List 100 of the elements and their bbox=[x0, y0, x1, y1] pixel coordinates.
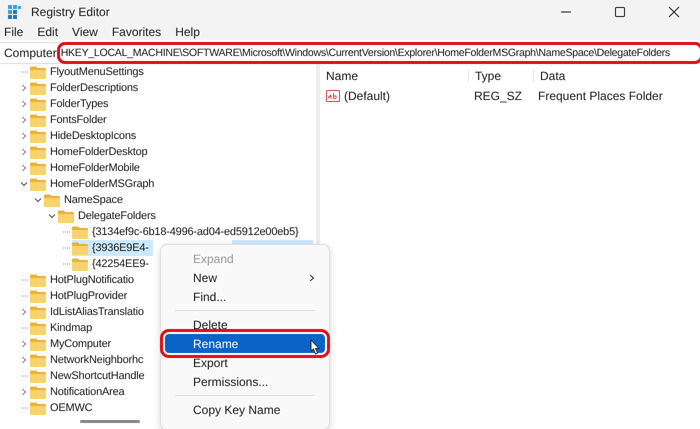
tree-item[interactable]: HomeFolderMobile bbox=[30, 160, 144, 176]
column-header[interactable]: Type bbox=[469, 69, 534, 83]
address-label: Computer bbox=[3, 46, 57, 60]
chevron-down-icon[interactable] bbox=[48, 212, 56, 220]
tree-item[interactable]: Kindmap bbox=[30, 320, 96, 336]
folder-icon bbox=[30, 162, 46, 174]
tree-item-label: HideDesktopIcons bbox=[50, 130, 136, 142]
folder-icon bbox=[72, 242, 88, 254]
chevron-right-icon[interactable] bbox=[20, 84, 28, 92]
chevron-right-icon[interactable] bbox=[20, 148, 28, 156]
address-bar[interactable]: Computer HKEY_LOCAL_MACHINE\SOFTWARE\Microsoft\Windows\CurrentVersion\Explorer\HomeFolderMSGraph\NameSpace\DelegateFolders bbox=[0, 42, 700, 64]
chevron-down-icon[interactable] bbox=[34, 196, 42, 204]
folder-icon bbox=[58, 210, 74, 222]
folder-icon bbox=[72, 226, 88, 238]
tree-item[interactable]: HideDesktopIcons bbox=[30, 128, 140, 144]
value-name: (Default) bbox=[344, 89, 390, 103]
tree-item-label: HomeFolderDesktop bbox=[50, 146, 148, 158]
tree-item[interactable]: NameSpace bbox=[44, 192, 127, 208]
folder-icon bbox=[30, 322, 46, 334]
menu-item[interactable]: File bbox=[4, 25, 24, 39]
tree-item[interactable]: {3134ef9c-6b18-4996-ad04-ed5912e00eb5} bbox=[72, 224, 302, 240]
tree-item-label: {3134ef9c-6b18-4996-ad04-ed5912e00eb5} bbox=[92, 226, 298, 238]
chevron-down-icon[interactable] bbox=[20, 180, 28, 188]
folder-icon bbox=[72, 258, 88, 270]
folder-icon bbox=[30, 354, 46, 366]
folder-icon bbox=[30, 130, 46, 142]
folder-icon bbox=[30, 338, 46, 350]
folder-icon bbox=[44, 194, 60, 206]
column-header[interactable]: Data bbox=[534, 69, 700, 83]
menu-item[interactable]: View bbox=[72, 25, 98, 39]
window-title: Registry Editor bbox=[31, 5, 110, 19]
menu-item[interactable]: Help bbox=[175, 25, 200, 39]
folder-icon bbox=[30, 66, 46, 78]
folder-icon bbox=[30, 290, 46, 302]
tree-item-label: NewShortcutHandle bbox=[50, 370, 144, 382]
tree-item-label: {42254EE9- bbox=[92, 258, 149, 270]
tree-item-label: NetworkNeighborhc bbox=[50, 354, 144, 366]
column-header[interactable]: Name bbox=[320, 69, 469, 83]
address-path: HKEY_LOCAL_MACHINE\SOFTWARE\Microsoft\Windows\CurrentVersion\Explorer\HomeFolderMSGraph\NameSpace\DelegateFolders bbox=[60, 45, 700, 61]
chevron-right-icon[interactable] bbox=[20, 356, 28, 364]
tree-item[interactable]: {3936E9E4- bbox=[72, 240, 153, 256]
menu-item[interactable]: Find... bbox=[165, 287, 325, 306]
folder-icon bbox=[30, 82, 46, 94]
tree-item[interactable]: NewShortcutHandle bbox=[30, 368, 148, 384]
tree-item[interactable]: HomeFolderDesktop bbox=[30, 144, 152, 160]
folder-icon bbox=[30, 370, 46, 382]
chevron-right-icon[interactable] bbox=[20, 164, 28, 172]
folder-icon bbox=[30, 274, 46, 286]
tree-item[interactable]: IdListAliasTranslatio bbox=[30, 304, 148, 320]
tree-item-label: IdListAliasTranslatio bbox=[50, 306, 144, 318]
folder-icon bbox=[30, 98, 46, 110]
tree-item[interactable]: NotificationArea bbox=[30, 384, 128, 400]
tree-item-label: {3936E9E4- bbox=[92, 242, 149, 254]
tree-item[interactable]: NetworkNeighborhc bbox=[30, 352, 148, 368]
tree-item-label: FlyoutMenuSettings bbox=[50, 66, 144, 78]
tree-item[interactable]: {42254EE9- bbox=[72, 256, 153, 272]
tree-item-label: NotificationArea bbox=[50, 386, 124, 398]
chevron-right-icon[interactable] bbox=[20, 308, 28, 316]
tree-item[interactable]: FlyoutMenuSettings bbox=[30, 64, 148, 80]
close-icon[interactable] bbox=[668, 6, 680, 18]
tree-item-label: OEMWC bbox=[50, 402, 92, 414]
tree-item[interactable]: HotPlugNotificatio bbox=[30, 272, 138, 288]
tree-item-label: HotPlugProvider bbox=[50, 290, 128, 302]
tree-item[interactable]: HotPlugProvider bbox=[30, 288, 132, 304]
folder-icon bbox=[30, 402, 46, 414]
tree-item[interactable]: FontsFolder bbox=[30, 112, 110, 128]
chevron-right-icon[interactable] bbox=[20, 340, 28, 348]
value-type: REG_SZ bbox=[473, 89, 524, 103]
folder-icon bbox=[30, 114, 46, 126]
tree-item-label: NameSpace bbox=[64, 194, 123, 206]
registry-icon bbox=[8, 5, 22, 19]
menu-item[interactable]: Permissions... bbox=[165, 372, 325, 391]
chevron-right-icon[interactable] bbox=[20, 100, 28, 108]
scrollbar-thumb[interactable] bbox=[80, 420, 140, 423]
menu-item[interactable]: Export bbox=[165, 353, 325, 372]
tree-item[interactable]: MyComputer bbox=[30, 336, 115, 352]
tree-item-label: FolderDescriptions bbox=[50, 82, 138, 94]
tree-item-label: HomeFolderMSGraph bbox=[50, 178, 154, 190]
folder-icon bbox=[30, 146, 46, 158]
chevron-right-icon[interactable] bbox=[20, 388, 28, 396]
maximize-icon[interactable] bbox=[614, 6, 626, 18]
chevron-right-icon[interactable] bbox=[20, 132, 28, 140]
tree-item[interactable]: FolderDescriptions bbox=[30, 80, 142, 96]
string-value-icon bbox=[326, 90, 340, 102]
menu-item[interactable]: Edit bbox=[37, 25, 58, 39]
folder-icon bbox=[30, 386, 46, 398]
tree-item-label: DelegateFolders bbox=[78, 210, 156, 222]
tree-item-label: MyComputer bbox=[50, 338, 111, 350]
menu-item[interactable]: Favorites bbox=[112, 25, 162, 39]
menu-item[interactable]: New bbox=[165, 268, 325, 287]
menu-item[interactable]: Delete bbox=[165, 315, 325, 334]
tree-item[interactable]: DelegateFolders bbox=[58, 208, 160, 224]
tree-item[interactable]: HomeFolderMSGraph bbox=[30, 176, 158, 192]
value-data: Frequent Places Folder bbox=[537, 89, 664, 103]
menu-item[interactable]: Rename bbox=[165, 334, 325, 353]
folder-icon bbox=[30, 178, 46, 190]
menu-item[interactable]: Copy Key Name bbox=[165, 400, 325, 419]
chevron-right-icon[interactable] bbox=[20, 116, 28, 124]
tree-item[interactable]: OEMWC bbox=[30, 400, 96, 416]
tree-item[interactable]: FolderTypes bbox=[30, 96, 112, 112]
